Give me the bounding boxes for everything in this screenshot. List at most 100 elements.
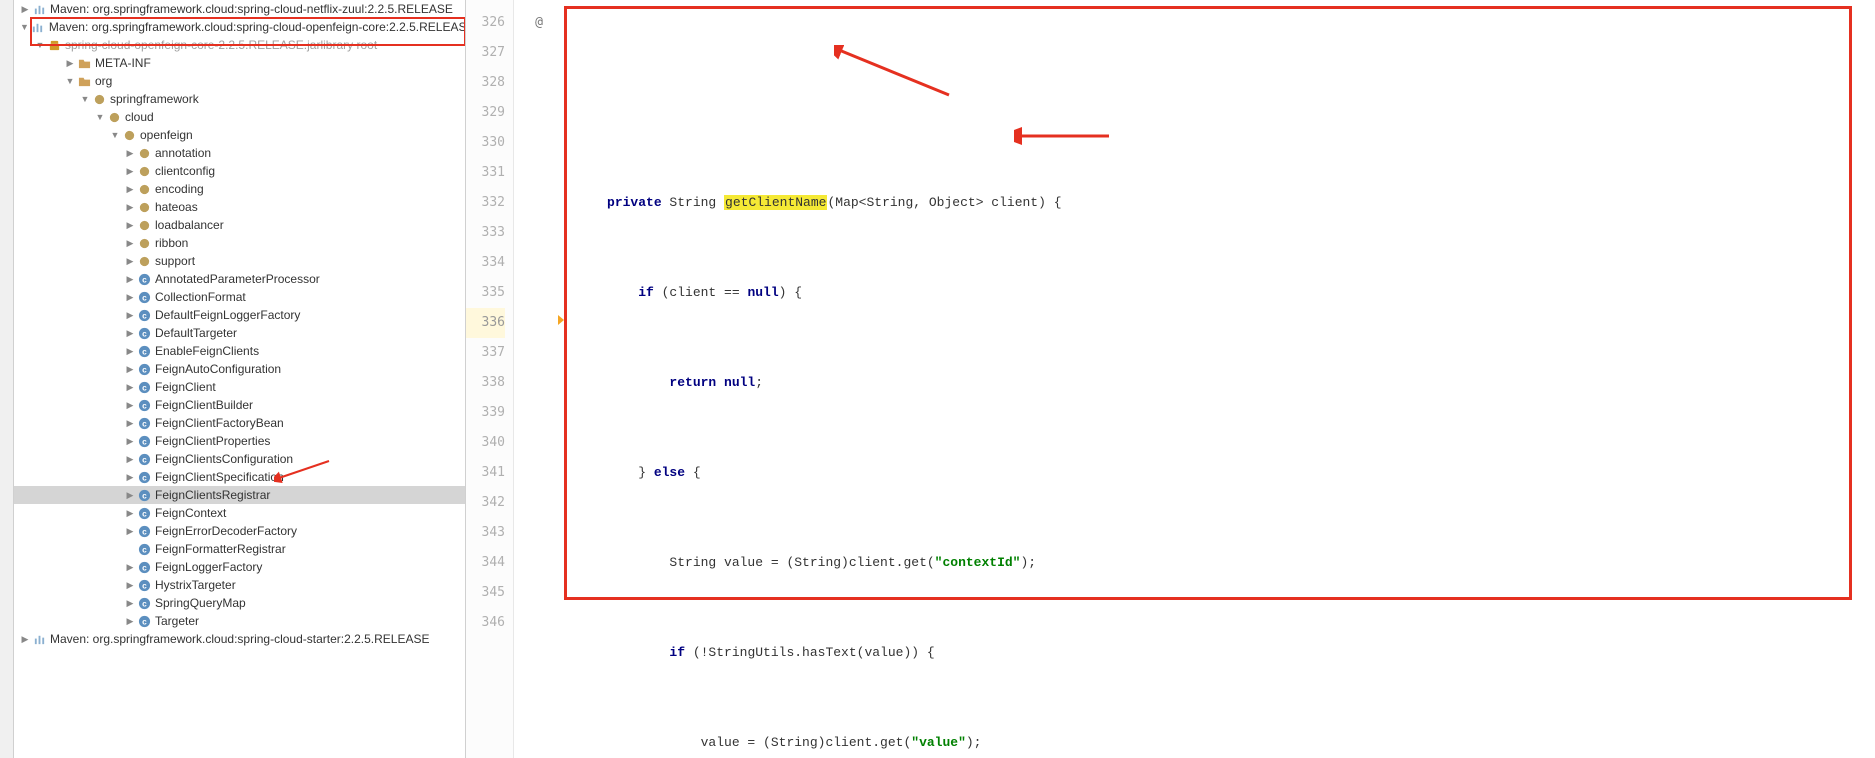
expand-arrow-icon[interactable]: ▶ <box>125 184 135 195</box>
tree-org[interactable]: ▼org <box>14 72 465 90</box>
package-icon <box>137 236 151 250</box>
svg-text:c: c <box>142 544 147 554</box>
expand-arrow-icon[interactable]: ▶ <box>125 418 135 429</box>
expand-arrow-icon[interactable]: ▶ <box>65 58 75 69</box>
tree-class-FeignClientsConfiguration[interactable]: ▶cFeignClientsConfiguration <box>14 450 465 468</box>
project-tree-panel[interactable]: ▶Maven: org.springframework.cloud:spring… <box>14 0 466 758</box>
code-line[interactable]: if (!StringUtils.hasText(value)) { <box>564 638 1875 668</box>
tree-pkg-encoding[interactable]: ▶encoding <box>14 180 465 198</box>
expand-arrow-icon[interactable]: ▶ <box>125 346 135 357</box>
expand-arrow-icon[interactable]: ▶ <box>125 454 135 465</box>
tree-class-FeignContext[interactable]: ▶cFeignContext <box>14 504 465 522</box>
expand-arrow-icon[interactable]: ▶ <box>125 472 135 483</box>
tree-maven-zuul[interactable]: ▶Maven: org.springframework.cloud:spring… <box>14 0 465 18</box>
tree-node-label: HystrixTargeter <box>155 578 236 592</box>
annotation-red-arrow-2 <box>1014 126 1114 146</box>
expand-arrow-icon[interactable]: ▶ <box>125 220 135 231</box>
expand-arrow-icon[interactable]: ▶ <box>125 238 135 249</box>
expand-arrow-icon[interactable]: ▶ <box>125 292 135 303</box>
tree-meta-inf[interactable]: ▶META-INF <box>14 54 465 72</box>
tree-class-FeignClientsRegistrar[interactable]: ▶cFeignClientsRegistrar <box>14 486 465 504</box>
annotation-at-symbol: @ <box>514 8 564 38</box>
tree-maven-starter[interactable]: ▶Maven: org.springframework.cloud:spring… <box>14 630 465 648</box>
tree-node-suffix: library root <box>320 38 377 52</box>
expand-arrow-icon[interactable]: ▶ <box>125 400 135 411</box>
expand-arrow-icon[interactable]: ▼ <box>95 112 105 122</box>
expand-arrow-icon[interactable]: ▼ <box>80 94 90 104</box>
tree-node-label: spring-cloud-openfeign-core-2.2.5.RELEAS… <box>65 38 320 52</box>
class-icon: c <box>137 326 151 340</box>
tree-node-label: hateoas <box>155 200 198 214</box>
expand-arrow-icon[interactable]: ▶ <box>125 580 135 591</box>
tree-class-HystrixTargeter[interactable]: ▶cHystrixTargeter <box>14 576 465 594</box>
tree-class-FeignClientFactoryBean[interactable]: ▶cFeignClientFactoryBean <box>14 414 465 432</box>
expand-arrow-icon[interactable]: ▶ <box>125 148 135 159</box>
expand-arrow-icon[interactable]: ▶ <box>20 634 30 645</box>
expand-arrow-icon[interactable]: ▶ <box>125 562 135 573</box>
tree-class-CollectionFormat[interactable]: ▶cCollectionFormat <box>14 288 465 306</box>
class-icon: c <box>137 452 151 466</box>
expand-arrow-icon[interactable]: ▶ <box>125 256 135 267</box>
expand-arrow-icon[interactable]: ▶ <box>125 274 135 285</box>
expand-arrow-icon[interactable]: ▶ <box>125 526 135 537</box>
tree-springframework[interactable]: ▼springframework <box>14 90 465 108</box>
code-line[interactable]: if (client == null) { <box>564 278 1875 308</box>
package-icon <box>92 92 106 106</box>
code-editor[interactable]: private String getClientName(Map<String,… <box>564 0 1875 758</box>
tree-class-FeignErrorDecoderFactory[interactable]: ▶cFeignErrorDecoderFactory <box>14 522 465 540</box>
tree-class-DefaultFeignLoggerFactory[interactable]: ▶cDefaultFeignLoggerFactory <box>14 306 465 324</box>
tree-openfeign[interactable]: ▼openfeign <box>14 126 465 144</box>
tree-class-EnableFeignClients[interactable]: ▶cEnableFeignClients <box>14 342 465 360</box>
tree-pkg-loadbalancer[interactable]: ▶loadbalancer <box>14 216 465 234</box>
tree-jar[interactable]: ▼ spring-cloud-openfeign-core-2.2.5.RELEA… <box>14 36 465 54</box>
tree-class-FeignAutoConfiguration[interactable]: ▶cFeignAutoConfiguration <box>14 360 465 378</box>
expand-arrow-icon[interactable]: ▶ <box>125 436 135 447</box>
code-line[interactable]: value = (String)client.get("value"); <box>564 728 1875 758</box>
tree-class-FeignLoggerFactory[interactable]: ▶cFeignLoggerFactory <box>14 558 465 576</box>
tree-pkg-clientconfig[interactable]: ▶clientconfig <box>14 162 465 180</box>
line-number: 338 <box>466 368 505 398</box>
code-line[interactable]: private String getClientName(Map<String,… <box>564 188 1875 218</box>
class-icon: c <box>137 308 151 322</box>
tree-class-Targeter[interactable]: ▶cTargeter <box>14 612 465 630</box>
expand-arrow-icon[interactable]: ▼ <box>20 22 29 32</box>
expand-arrow-icon[interactable]: ▶ <box>125 328 135 339</box>
expand-arrow-icon[interactable]: ▼ <box>110 130 120 140</box>
line-number: 329 <box>466 98 505 128</box>
class-icon: c <box>137 488 151 502</box>
expand-arrow-icon[interactable]: ▶ <box>125 598 135 609</box>
class-icon: c <box>137 362 151 376</box>
expand-arrow-icon[interactable]: ▶ <box>125 382 135 393</box>
expand-arrow-icon[interactable]: ▶ <box>125 202 135 213</box>
code-line[interactable]: String value = (String)client.get("conte… <box>564 548 1875 578</box>
class-icon: c <box>137 416 151 430</box>
expand-arrow-icon[interactable]: ▼ <box>35 40 45 50</box>
tree-class-FeignClient[interactable]: ▶cFeignClient <box>14 378 465 396</box>
tree-class-FeignClientProperties[interactable]: ▶cFeignClientProperties <box>14 432 465 450</box>
tree-class-AnnotatedParameterProcessor[interactable]: ▶cAnnotatedParameterProcessor <box>14 270 465 288</box>
tree-maven-openfeign[interactable]: ▼Maven: org.springframework.cloud:spring… <box>14 18 465 36</box>
expand-arrow-icon[interactable]: ▶ <box>125 490 135 501</box>
tree-class-SpringQueryMap[interactable]: ▶cSpringQueryMap <box>14 594 465 612</box>
tree-pkg-support[interactable]: ▶support <box>14 252 465 270</box>
tree-node-label: FeignContext <box>155 506 226 520</box>
tree-pkg-ribbon[interactable]: ▶ribbon <box>14 234 465 252</box>
expand-arrow-icon[interactable]: ▶ <box>20 4 30 15</box>
tree-class-FeignClientBuilder[interactable]: ▶cFeignClientBuilder <box>14 396 465 414</box>
code-line[interactable]: return null; <box>564 368 1875 398</box>
tree-pkg-hateoas[interactable]: ▶ hateoas <box>14 198 465 216</box>
code-line[interactable]: } else { <box>564 458 1875 488</box>
tree-cloud[interactable]: ▼cloud <box>14 108 465 126</box>
package-icon <box>137 218 151 232</box>
tree-pkg-annotation[interactable]: ▶annotation <box>14 144 465 162</box>
expand-arrow-icon[interactable]: ▶ <box>125 616 135 627</box>
expand-arrow-icon[interactable]: ▶ <box>125 166 135 177</box>
tree-class-DefaultTargeter[interactable]: ▶cDefaultTargeter <box>14 324 465 342</box>
expand-arrow-icon[interactable]: ▶ <box>125 508 135 519</box>
expand-arrow-icon[interactable]: ▶ <box>125 310 135 321</box>
tree-class-FeignClientSpecification[interactable]: ▶cFeignClientSpecification <box>14 468 465 486</box>
tree-class-FeignFormatterRegistrar[interactable]: cFeignFormatterRegistrar <box>14 540 465 558</box>
expand-arrow-icon[interactable]: ▼ <box>65 76 75 86</box>
expand-arrow-icon[interactable]: ▶ <box>125 364 135 375</box>
line-number: 333 <box>466 218 505 248</box>
